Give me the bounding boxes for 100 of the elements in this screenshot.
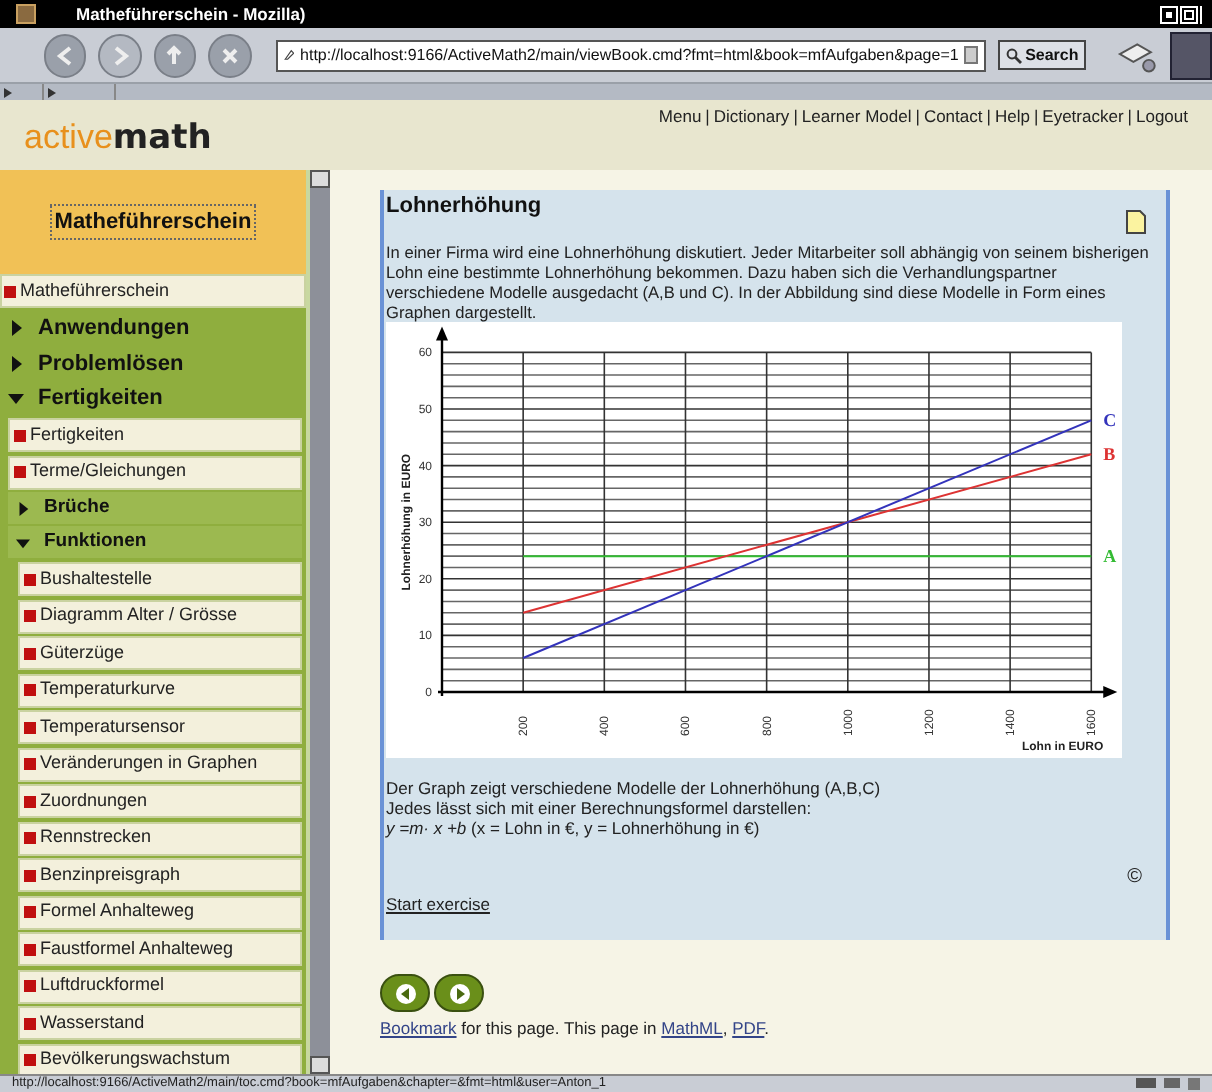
exercise-title: Lohnerhöhung [386, 192, 542, 222]
app-icon [16, 4, 36, 24]
sidebar-item[interactable]: Temperatursensor [18, 710, 302, 744]
forward-button[interactable] [98, 33, 142, 77]
start-exercise-link[interactable]: Start exercise [386, 892, 490, 918]
sidebar-item[interactable]: Faustformel Anhalteweg [18, 932, 302, 966]
item-label: Matheführerschein [20, 277, 170, 304]
sidebar-item[interactable]: Zuordnungen [18, 784, 302, 818]
footer-link[interactable]: Bookmark [380, 1018, 457, 1038]
item-label: Diagramm Alter / Grösse [40, 602, 238, 629]
page-icon [24, 795, 36, 807]
menu-separator: | [793, 104, 798, 130]
sidebar-item[interactable]: Veränderungen in Graphen [18, 747, 302, 781]
item-label: Temperaturkurve [40, 676, 176, 703]
section-header[interactable]: Fertigkeiten [0, 381, 306, 416]
url-text: http://localhost:9166/ActiveMath2/main/viewBook.cmd?fmt=html&book=mfAufgaben&page=1 [300, 43, 959, 67]
series-label: C [1103, 410, 1117, 431]
sidebar-title[interactable]: Matheführerschein [50, 203, 256, 241]
minimize-button[interactable] [1160, 5, 1178, 23]
series-label: A [1103, 546, 1117, 567]
section-label: Funktionen [44, 527, 147, 556]
menu-separator: | [986, 104, 991, 130]
page-icon [24, 1017, 36, 1029]
menu-link[interactable]: Menu [658, 104, 702, 130]
maximize-button[interactable] [1180, 5, 1198, 23]
item-label: Güterzüge [40, 639, 125, 666]
stop-button[interactable] [208, 33, 252, 77]
menu-separator: | [1127, 104, 1132, 130]
section-label: Brüche [44, 493, 110, 522]
url-field[interactable]: http://localhost:9166/ActiveMath2/main/viewBook.cmd?fmt=html&book=mfAufgaben&page=1 [275, 39, 986, 71]
menu-link[interactable]: Contact [923, 104, 983, 130]
section-header[interactable]: Anwendungen [0, 311, 306, 346]
triangle-right-icon[interactable] [16, 501, 30, 515]
arrow-right-icon [449, 983, 469, 1003]
sidebar-item[interactable]: Diagramm Alter / Grösse [18, 599, 302, 633]
triangle-right-icon[interactable] [48, 87, 56, 97]
page-icon [24, 610, 36, 622]
back-button[interactable] [44, 33, 87, 77]
logo: activemath [24, 120, 212, 156]
page-icon [24, 869, 36, 881]
sidebar-item[interactable]: Bushaltestelle [18, 562, 302, 596]
scrollbar[interactable] [310, 170, 330, 1074]
menu-link[interactable]: Logout [1136, 104, 1188, 130]
item-label: Wasserstand [40, 1009, 145, 1036]
triangle-right-icon[interactable] [8, 355, 24, 372]
item-label: Formel Anhalteweg [40, 898, 195, 925]
page-icon [24, 980, 36, 992]
note-icon[interactable] [1126, 210, 1146, 234]
item-label: Luftdruckformel [40, 972, 165, 999]
sidebar-item[interactable]: Temperaturkurve [18, 673, 302, 707]
section-label: Anwendungen [38, 314, 190, 344]
previous-button[interactable] [380, 974, 430, 1012]
menu-separator: | [705, 104, 710, 130]
triangle-right-icon[interactable] [8, 320, 24, 337]
section-label: Fertigkeiten [38, 384, 163, 414]
section-header[interactable]: Problemlösen [0, 346, 306, 381]
sidebar-item[interactable]: Güterzüge [18, 636, 302, 670]
sidebar-item[interactable]: Terme/Gleichungen [8, 455, 302, 489]
sidebar-item[interactable]: Benzinpreisgraph [18, 858, 302, 892]
sidebar-item[interactable]: Formel Anhalteweg [18, 895, 302, 929]
footer-sentence: Bookmark for this page. This page in MathML, PDF. [380, 1016, 772, 1042]
arrow-up-icon [162, 43, 187, 67]
next-button[interactable] [434, 974, 484, 1012]
search-button[interactable]: Search [997, 40, 1087, 70]
close-icon [217, 43, 242, 67]
dropdown-icon[interactable] [964, 46, 978, 64]
item-label: Zuordnungen [40, 787, 148, 814]
reload-button[interactable] [153, 33, 197, 77]
sidebar-item[interactable]: Bevölkerungswachstum [18, 1043, 302, 1074]
menu-link[interactable]: Eyetracker [1042, 104, 1124, 130]
item-label: Temperatursensor [40, 713, 186, 740]
footer-link[interactable]: MathML [661, 1018, 723, 1038]
item-label: Bevölkerungswachstum [40, 1046, 231, 1073]
search-icon [1005, 47, 1022, 63]
page-icon [4, 285, 16, 297]
sidebar-item[interactable]: Luftdruckformel [18, 969, 302, 1003]
sidebar-item[interactable]: Wasserstand [18, 1006, 302, 1040]
menu-link[interactable]: Learner Model [801, 104, 912, 130]
section-header[interactable]: Brüche [8, 492, 302, 524]
triangle-down-icon[interactable] [16, 535, 30, 549]
item-label: Fertigkeiten [30, 421, 125, 448]
page-icon [24, 573, 36, 585]
footer-link[interactable]: PDF [732, 1018, 765, 1038]
text-line: Der Graph zeigt verschiedene Modelle der Lohnerhöhung (A,B,C) [386, 778, 883, 798]
sidebar-item[interactable]: Fertigkeiten [8, 418, 302, 452]
section-header[interactable]: Funktionen [8, 526, 302, 558]
menu-link[interactable]: Dictionary [713, 104, 790, 130]
triangle-right-icon[interactable] [4, 87, 12, 97]
menu-separator: | [915, 104, 920, 130]
arrow-left-icon [395, 983, 415, 1003]
sidebar-item[interactable]: Rennstrecken [18, 821, 302, 855]
sidebar-item[interactable]: Matheführerschein [0, 274, 306, 308]
item-label: Veränderungen in Graphen [40, 750, 258, 777]
page-icon [24, 684, 36, 696]
triangle-down-icon[interactable] [8, 390, 24, 407]
menu-link[interactable]: Help [994, 104, 1030, 130]
page-icon [14, 466, 26, 478]
page-icon [24, 906, 36, 918]
series-label: B [1103, 444, 1116, 465]
page-icon [24, 943, 36, 955]
